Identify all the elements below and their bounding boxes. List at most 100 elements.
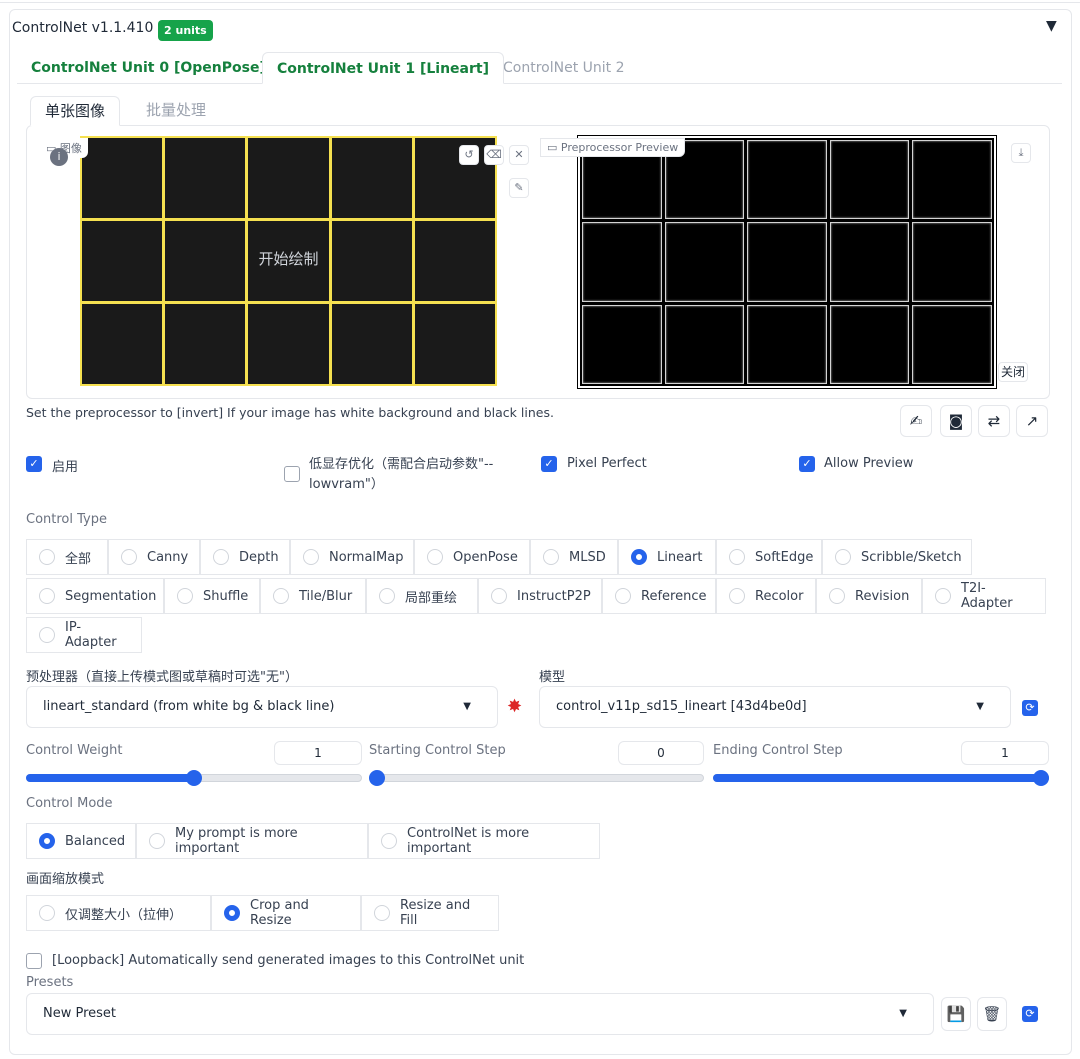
radio-selected-icon: [224, 905, 240, 921]
run-preprocessor-icon[interactable]: ✸: [507, 696, 522, 717]
radio-icon: [543, 549, 559, 565]
loopback-label: [Loopback] Automatically send generated …: [52, 953, 525, 968]
download-icon[interactable]: ⤓: [1011, 143, 1031, 163]
control-type-label: Control Type: [26, 512, 107, 527]
end-step-thumb[interactable]: [1033, 770, 1049, 786]
info-icon[interactable]: i: [50, 148, 68, 166]
preview-label: ▭ Preprocessor Preview: [540, 138, 686, 157]
radio-icon: [729, 549, 745, 565]
tab-divider: [17, 83, 1062, 84]
radio-icon: [39, 905, 55, 921]
image-icon: ▭: [547, 141, 561, 154]
end-step-input[interactable]: 1: [961, 741, 1049, 765]
send-dimensions-icon[interactable]: ↗: [1016, 405, 1048, 437]
pixel-perfect-label: Pixel Perfect: [567, 456, 647, 471]
control-type-option[interactable]: Scribble/Sketch: [822, 539, 972, 575]
start-step-thumb[interactable]: [369, 770, 385, 786]
control-type-option[interactable]: OpenPose: [414, 539, 530, 575]
control-type-option[interactable]: IP-Adapter: [26, 617, 142, 653]
radio-icon: [615, 588, 631, 604]
tab-batch[interactable]: 批量处理: [132, 96, 220, 126]
control-mode-option-selected[interactable]: Balanced: [26, 823, 136, 859]
control-type-option[interactable]: Tile/Blur: [260, 578, 366, 614]
end-step-label: Ending Control Step: [713, 743, 843, 758]
refresh-models-icon[interactable]: ⟳: [1022, 700, 1038, 716]
control-type-option-selected[interactable]: Lineart: [618, 539, 716, 575]
close-preview-button[interactable]: 关闭: [998, 362, 1028, 382]
control-weight-thumb[interactable]: [186, 770, 202, 786]
radio-icon: [835, 549, 851, 565]
resize-mode-option[interactable]: Resize and Fill: [361, 895, 499, 931]
control-type-option[interactable]: Revision: [816, 578, 922, 614]
radio-selected-icon: [39, 833, 55, 849]
tab-unit-2[interactable]: ControlNet Unit 2: [489, 52, 639, 84]
radio-icon: [935, 588, 951, 604]
control-type-option[interactable]: Recolor: [716, 578, 816, 614]
camera-icon[interactable]: ◙: [940, 405, 972, 437]
swap-icon[interactable]: ⇄: [978, 405, 1010, 437]
undo-icon[interactable]: ↺: [459, 145, 479, 165]
invert-hint: Set the preprocessor to [invert] If your…: [26, 405, 554, 420]
start-step-input[interactable]: 0: [618, 741, 704, 765]
radio-icon: [273, 588, 289, 604]
control-weight-input[interactable]: 1: [274, 741, 362, 765]
start-step-track[interactable]: [369, 774, 704, 782]
pixel-perfect-checkbox[interactable]: ✓: [541, 456, 557, 472]
radio-icon: [39, 549, 55, 565]
control-mode-option[interactable]: My prompt is more important: [136, 823, 368, 859]
tab-unit-0[interactable]: ControlNet Unit 0 [OpenPose]: [17, 52, 280, 84]
control-type-option[interactable]: T2I-Adapter: [922, 578, 1046, 614]
top-divider: [0, 0, 1080, 3]
panel-title[interactable]: ControlNet v1.1.410: [12, 20, 153, 36]
close-icon[interactable]: ✕: [509, 145, 529, 165]
control-weight-fill: [26, 774, 194, 782]
tab-single-image[interactable]: 单张图像: [30, 96, 121, 126]
control-type-option[interactable]: MLSD: [530, 539, 618, 575]
preprocessor-label: 预处理器（直接上传模式图或草稿时可选"无"）: [26, 670, 298, 685]
control-type-option[interactable]: Canny: [108, 539, 200, 575]
brush-icon[interactable]: ✎: [509, 178, 529, 198]
low-vram-label: 低显存优化（需配合启动参数"--lowvram"）: [309, 457, 494, 492]
resize-mode-option-selected[interactable]: Crop and Resize: [211, 895, 361, 931]
control-mode-label: Control Mode: [26, 796, 113, 811]
control-type-option[interactable]: NormalMap: [290, 539, 414, 575]
control-type-option[interactable]: Shuffle: [164, 578, 260, 614]
control-type-option[interactable]: Segmentation: [26, 578, 164, 614]
edit-icon[interactable]: ✍: [900, 405, 932, 437]
end-step-fill: [713, 774, 1049, 782]
control-type-option[interactable]: 全部: [26, 539, 108, 575]
control-type-option[interactable]: 局部重绘: [366, 578, 478, 614]
allow-preview-checkbox[interactable]: ✓: [799, 456, 815, 472]
delete-preset-icon[interactable]: 🗑: [977, 997, 1007, 1031]
resize-mode-option[interactable]: 仅调整大小（拉伸）: [26, 895, 211, 931]
enable-checkbox[interactable]: ✓: [26, 456, 42, 472]
radio-icon: [729, 588, 745, 604]
preview-canvas: [577, 135, 997, 389]
radio-icon: [381, 833, 397, 849]
low-vram-checkbox[interactable]: [284, 466, 300, 482]
allow-preview-label: Allow Preview: [824, 456, 914, 471]
model-select[interactable]: control_v11p_sd15_lineart [43d4be0d] ▼: [539, 686, 1011, 728]
control-type-option[interactable]: Depth: [200, 539, 290, 575]
units-badge: 2 units: [158, 20, 213, 41]
enable-label: 启用: [52, 460, 79, 475]
radio-icon: [213, 549, 229, 565]
triangle-down-icon[interactable]: ▼: [1046, 18, 1057, 34]
preprocessor-select[interactable]: lineart_standard (from white bg & black …: [26, 686, 498, 728]
eraser-icon[interactable]: ⌫: [484, 145, 504, 165]
control-type-option[interactable]: Reference: [602, 578, 716, 614]
control-mode-option[interactable]: ControlNet is more important: [368, 823, 600, 859]
start-step-label: Starting Control Step: [369, 743, 506, 758]
save-preset-icon[interactable]: 💾: [941, 997, 971, 1031]
preset-select[interactable]: New Preset ▼: [26, 993, 934, 1035]
loopback-checkbox[interactable]: [26, 953, 42, 969]
tab-unit-1[interactable]: ControlNet Unit 1 [Lineart]: [262, 52, 504, 84]
presets-label: Presets: [26, 975, 74, 990]
radio-icon: [303, 549, 319, 565]
radio-icon: [491, 588, 507, 604]
refresh-presets-icon[interactable]: ⟳: [1022, 1006, 1038, 1022]
control-type-option[interactable]: SoftEdge: [716, 539, 822, 575]
caret-down-icon: ▼: [463, 701, 471, 712]
resize-mode-label: 画面缩放模式: [26, 872, 105, 887]
control-type-option[interactable]: InstructP2P: [478, 578, 602, 614]
